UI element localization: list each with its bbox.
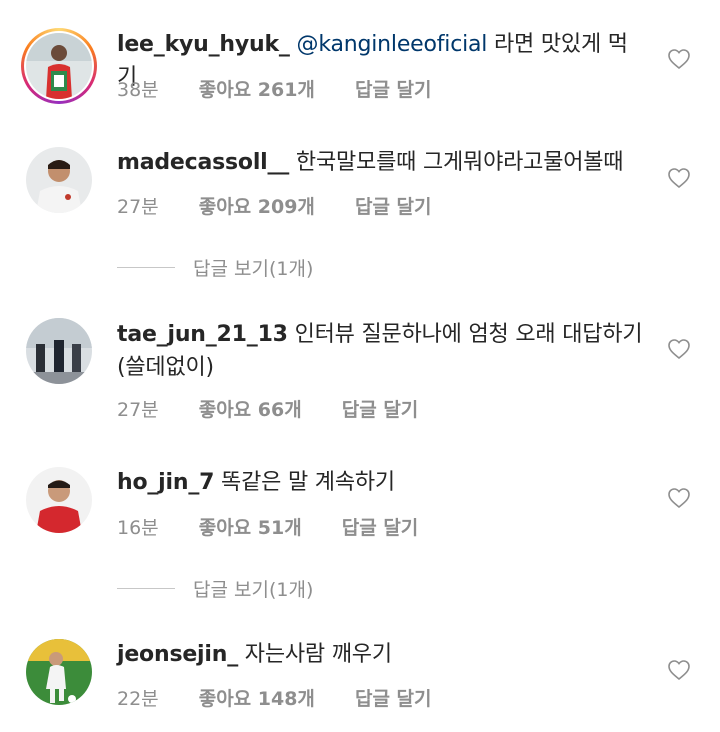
comment-text: ho_jin_7 똑같은 말 계속하기	[117, 466, 647, 499]
comment-username[interactable]: ho_jin_7	[117, 470, 214, 495]
comment-body: 한국말모를때 그게뭐야라고물어볼때	[289, 150, 624, 175]
avatar-image	[26, 639, 92, 705]
heart-icon[interactable]	[667, 658, 691, 682]
avatar-image	[26, 33, 92, 99]
comment-meta: 38분 좋아요 261개 답글 달기	[117, 75, 466, 102]
reply-button[interactable]: 답글 달기	[355, 196, 432, 218]
replies-divider	[117, 588, 175, 589]
avatar[interactable]	[26, 639, 92, 705]
view-replies-link[interactable]: 답글 보기(1개)	[117, 254, 313, 281]
reply-button[interactable]: 답글 달기	[355, 79, 432, 101]
avatar[interactable]	[26, 147, 92, 213]
likes-count[interactable]: 좋아요 66개	[199, 399, 302, 421]
avatar[interactable]	[26, 467, 92, 533]
avatar[interactable]	[26, 318, 92, 384]
avatar-image	[26, 467, 92, 533]
mention-link[interactable]: @kanginleeoficial	[297, 32, 488, 57]
comment-body: 자는사람 깨우기	[238, 642, 392, 667]
reply-button[interactable]: 답글 달기	[355, 688, 432, 710]
heart-icon[interactable]	[667, 47, 691, 71]
heart-icon[interactable]	[667, 166, 691, 190]
comment-meta: 22분 좋아요 148개 답글 달기	[117, 684, 466, 711]
avatar[interactable]	[26, 33, 92, 99]
reply-button[interactable]: 답글 달기	[342, 517, 419, 539]
reply-button[interactable]: 답글 달기	[342, 399, 419, 421]
comment-meta: 16분 좋아요 51개 답글 달기	[117, 513, 452, 540]
comment-time: 27분	[117, 399, 159, 421]
comment-username[interactable]: madecassoll__	[117, 150, 289, 175]
view-replies-link[interactable]: 답글 보기(1개)	[117, 575, 313, 602]
comment-text: tae_jun_21_13 인터뷰 질문하나에 엄청 오래 대답하기 (쓸데없이…	[117, 318, 647, 384]
replies-divider	[117, 267, 175, 268]
comment-time: 38분	[117, 79, 159, 101]
comment-username[interactable]: jeonsejin_	[117, 642, 238, 667]
comment-text: madecassoll__ 한국말모를때 그게뭐야라고물어볼때	[117, 146, 647, 179]
avatar-image	[26, 147, 92, 213]
avatar-image	[26, 318, 92, 384]
comment-meta: 27분 좋아요 209개 답글 달기	[117, 192, 466, 219]
likes-count[interactable]: 좋아요 209개	[199, 196, 315, 218]
comment-meta: 27분 좋아요 66개 답글 달기	[117, 395, 452, 422]
view-replies-label[interactable]: 답글 보기(1개)	[193, 254, 313, 281]
comment-body: 똑같은 말 계속하기	[214, 470, 395, 495]
comment-username[interactable]: tae_jun_21_13	[117, 322, 288, 347]
heart-icon[interactable]	[667, 486, 691, 510]
comment-time: 22분	[117, 688, 159, 710]
comment-time: 16분	[117, 517, 159, 539]
comment-text: jeonsejin_ 자는사람 깨우기	[117, 638, 647, 671]
comment-username[interactable]: lee_kyu_hyuk_	[117, 32, 290, 57]
likes-count[interactable]: 좋아요 51개	[199, 517, 302, 539]
comment-time: 27분	[117, 196, 159, 218]
heart-icon[interactable]	[667, 337, 691, 361]
view-replies-label[interactable]: 답글 보기(1개)	[193, 575, 313, 602]
likes-count[interactable]: 좋아요 148개	[199, 688, 315, 710]
likes-count[interactable]: 좋아요 261개	[199, 79, 315, 101]
